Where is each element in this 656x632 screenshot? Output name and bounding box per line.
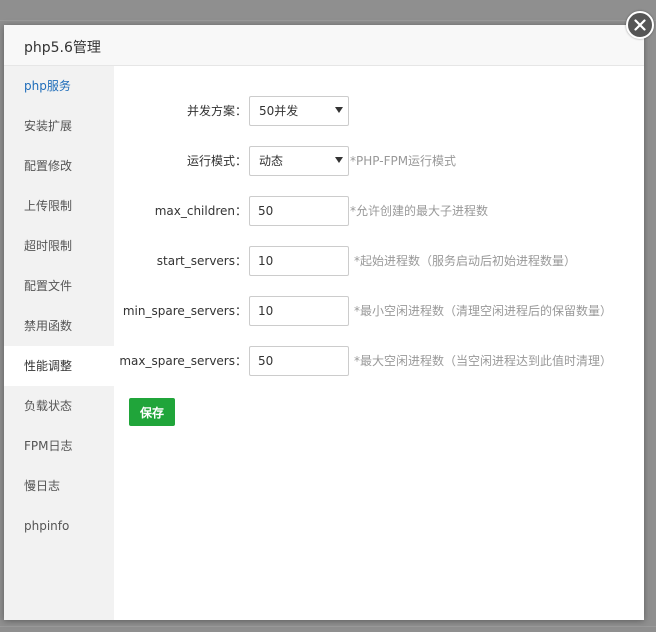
max-spare-servers-input[interactable] [249,346,349,376]
sidebar-item-fpm-log[interactable]: FPM日志 [4,426,114,466]
sidebar-item-disabled-functions[interactable]: 禁用函数 [4,306,114,346]
run-mode-select-value: 动态 [259,154,284,168]
run-mode-label: 运行模式： [186,154,247,168]
min-spare-servers-row: min_spare_servers： *最小空闲进程数（清理空闲进程后的保留数量… [114,296,644,326]
start-servers-label: start_servers： [156,254,247,268]
sidebar-item-phpinfo[interactable]: phpinfo [4,506,114,546]
close-button[interactable] [626,11,654,39]
background-divider [0,20,656,21]
sidebar-item-upload-limit[interactable]: 上传限制 [4,186,114,226]
run-mode-row: 运行模式： 动态 *PHP-FPM运行模式 [114,146,644,176]
start-servers-hint: *起始进程数（服务启动后初始进程数量） [354,254,577,268]
run-mode-hint: *PHP-FPM运行模式 [350,154,457,168]
sidebar-item-timeout-limit[interactable]: 超时限制 [4,226,114,266]
caret-down-icon [335,157,343,163]
run-mode-select[interactable]: 动态 [249,146,349,176]
sidebar-item-load-status[interactable]: 负载状态 [4,386,114,426]
max-children-input[interactable] [249,196,349,226]
sidebar-item-config-file[interactable]: 配置文件 [4,266,114,306]
max-children-row: max_children： *允许创建的最大子进程数 [114,196,644,226]
php-manager-dialog: php5.6管理 php服务 安装扩展 配置修改 上传限制 超时限制 配置文件 … [4,25,644,620]
start-servers-input[interactable] [249,246,349,276]
dialog-header: php5.6管理 [4,25,644,66]
sidebar-item-slow-log[interactable]: 慢日志 [4,466,114,506]
min-spare-servers-input[interactable] [249,296,349,326]
sidebar-item-config-edit[interactable]: 配置修改 [4,146,114,186]
concurrency-select-value: 50并发 [259,104,299,118]
save-button[interactable]: 保存 [129,398,175,426]
concurrency-row: 并发方案： 50并发 [114,96,644,126]
sidebar-item-install-extension[interactable]: 安装扩展 [4,106,114,146]
max-spare-servers-hint: *最大空闲进程数（当空闲进程达到此值时清理） [354,354,613,368]
min-spare-servers-label: min_spare_servers： [122,304,247,318]
start-servers-row: start_servers： *起始进程数（服务启动后初始进程数量） [114,246,644,276]
sidebar-menu: php服务 安装扩展 配置修改 上传限制 超时限制 配置文件 禁用函数 性能调整… [4,66,114,620]
sidebar-item-php-service[interactable]: php服务 [4,66,114,106]
min-spare-servers-hint: *最小空闲进程数（清理空闲进程后的保留数量） [354,304,613,318]
caret-down-icon [335,107,343,113]
max-children-label: max_children： [154,204,247,218]
background-divider [0,626,656,627]
max-spare-servers-label: max_spare_servers： [119,354,247,368]
concurrency-select[interactable]: 50并发 [249,96,349,126]
max-children-hint: *允许创建的最大子进程数 [350,204,489,218]
performance-form: 并发方案： 50并发 运行模式： 动态 *PHP-FPM运行模式 max_chi… [114,66,644,620]
close-icon [634,19,646,31]
max-spare-servers-row: max_spare_servers： *最大空闲进程数（当空闲进程达到此值时清理… [114,346,644,376]
dialog-title: php5.6管理 [24,40,101,56]
concurrency-label: 并发方案： [186,104,247,118]
sidebar-item-performance-tuning[interactable]: 性能调整 [4,346,114,386]
